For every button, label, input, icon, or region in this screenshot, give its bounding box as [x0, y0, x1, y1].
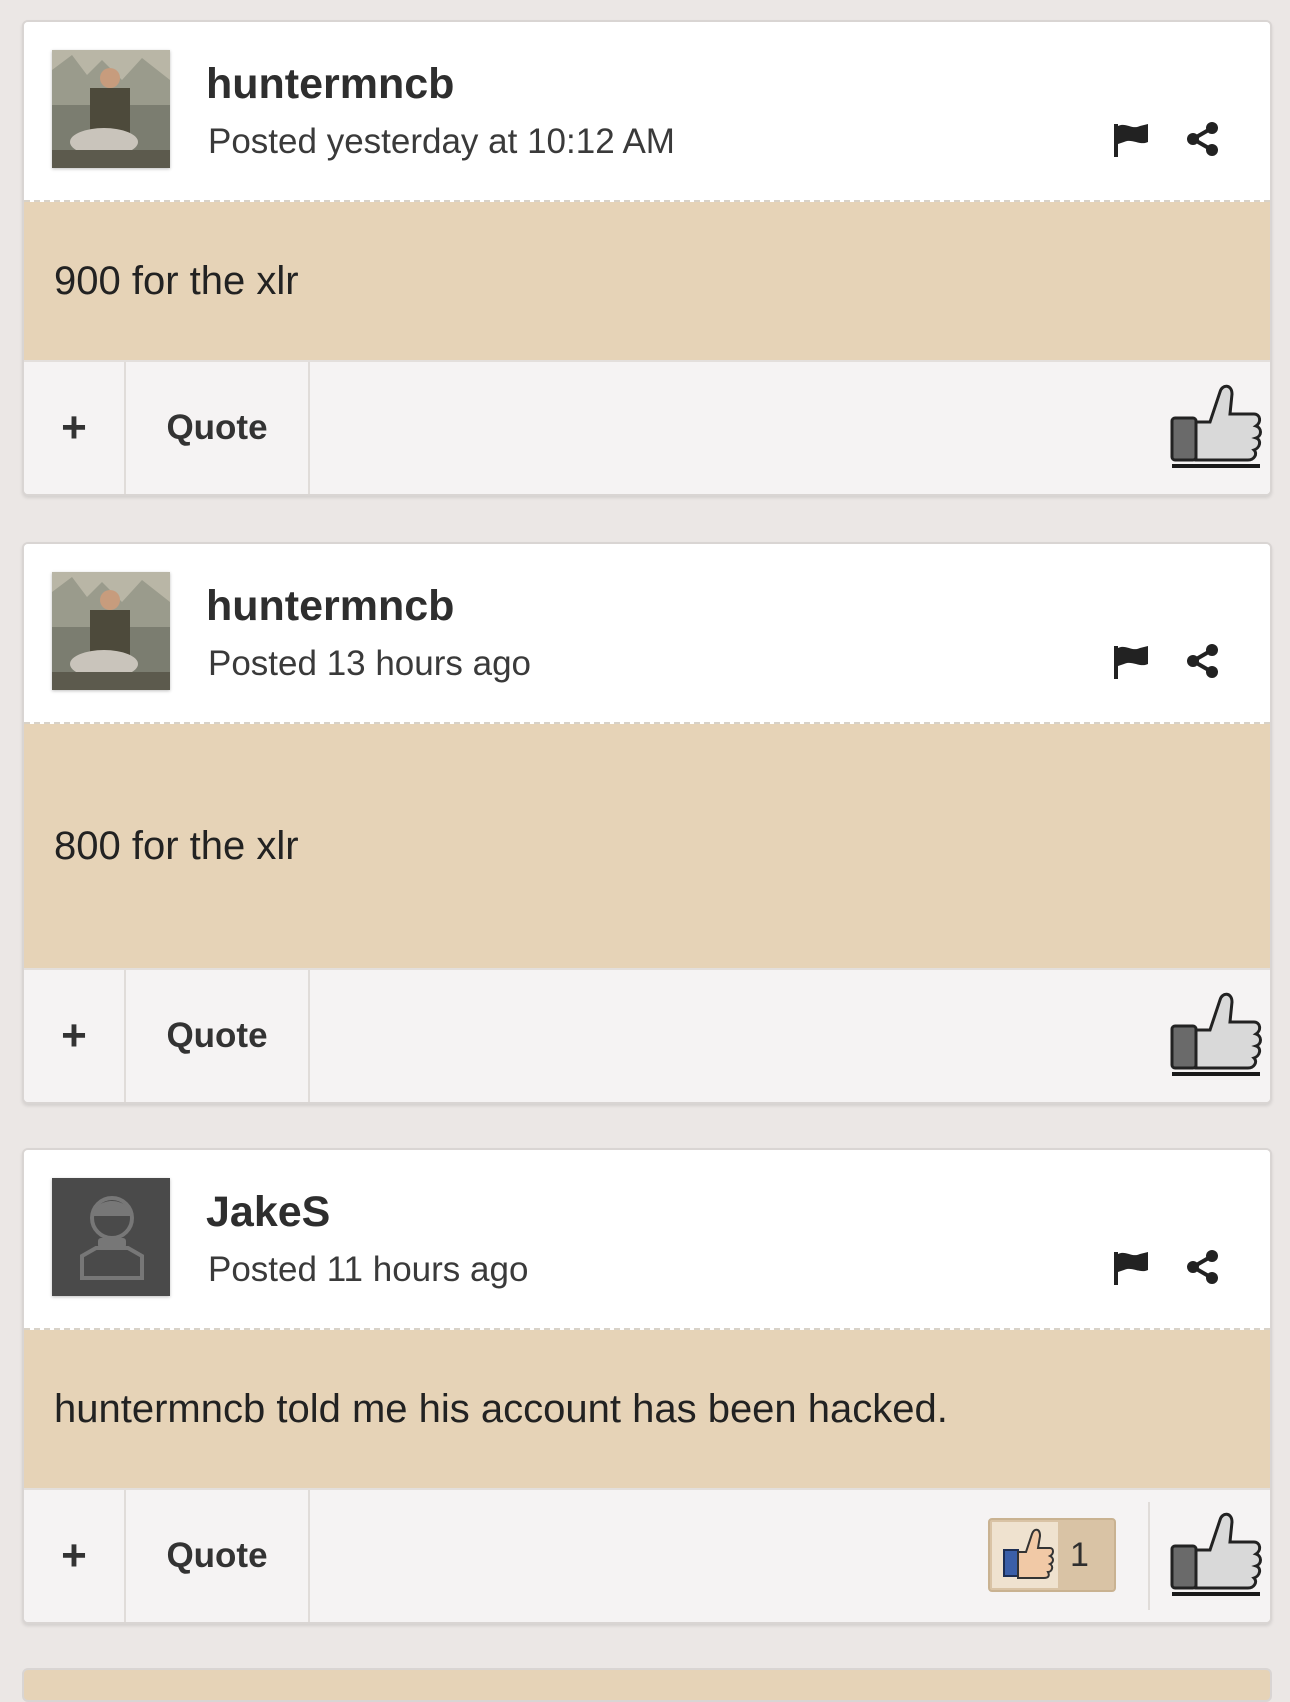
- avatar[interactable]: [52, 572, 170, 690]
- post-card: huntermncb Posted yesterday at 10:12 AM …: [22, 20, 1272, 496]
- thumbs-up-icon[interactable]: [1170, 382, 1262, 468]
- multiquote-button[interactable]: +: [24, 970, 126, 1102]
- divider: [1148, 1502, 1150, 1610]
- author-name[interactable]: JakeS: [206, 1188, 330, 1237]
- avatar[interactable]: [52, 1178, 170, 1296]
- post-timestamp[interactable]: Posted yesterday at 10:12 AM: [208, 122, 675, 162]
- quote-button[interactable]: Quote: [126, 362, 310, 494]
- post-body: 800 for the xlr: [24, 724, 1270, 968]
- post-card: JakeS Posted 11 hours ago huntermncb tol…: [22, 1148, 1272, 1624]
- share-icon[interactable]: [1184, 1248, 1222, 1286]
- post-timestamp[interactable]: Posted 11 hours ago: [208, 1250, 528, 1290]
- flag-icon[interactable]: [1112, 1250, 1152, 1286]
- post-body: 900 for the xlr: [24, 202, 1270, 360]
- post-footer: + Quote 1: [24, 1488, 1270, 1622]
- post-timestamp[interactable]: Posted 13 hours ago: [208, 644, 531, 684]
- quote-button[interactable]: Quote: [126, 970, 310, 1102]
- thumbs-up-icon[interactable]: [1170, 1510, 1262, 1596]
- share-icon[interactable]: [1184, 642, 1222, 680]
- next-post-card: [22, 1668, 1272, 1702]
- reaction-count: 1: [1070, 1536, 1089, 1574]
- like-underline: [1172, 1592, 1260, 1596]
- multiquote-button[interactable]: +: [24, 362, 126, 494]
- quote-button[interactable]: Quote: [126, 1490, 310, 1622]
- like-underline: [1172, 1072, 1260, 1076]
- post-header: JakeS Posted 11 hours ago: [24, 1150, 1270, 1330]
- post-card: huntermncb Posted 13 hours ago 800 for t…: [22, 542, 1272, 1104]
- post-footer: + Quote: [24, 360, 1270, 494]
- flag-icon[interactable]: [1112, 644, 1152, 680]
- flag-icon[interactable]: [1112, 122, 1152, 158]
- share-icon[interactable]: [1184, 120, 1222, 158]
- like-underline: [1172, 464, 1260, 468]
- author-name[interactable]: huntermncb: [206, 582, 454, 631]
- thumbs-up-icon[interactable]: [1170, 990, 1262, 1076]
- multiquote-button[interactable]: +: [24, 1490, 126, 1622]
- like-reaction-icon: [992, 1522, 1058, 1588]
- post-header: huntermncb Posted yesterday at 10:12 AM: [24, 22, 1270, 202]
- post-header: huntermncb Posted 13 hours ago: [24, 544, 1270, 724]
- post-footer: + Quote: [24, 968, 1270, 1102]
- author-name[interactable]: huntermncb: [206, 60, 454, 109]
- post-body: huntermncb told me his account has been …: [24, 1330, 1270, 1488]
- reaction-count-badge[interactable]: 1: [988, 1518, 1116, 1592]
- avatar[interactable]: [52, 50, 170, 168]
